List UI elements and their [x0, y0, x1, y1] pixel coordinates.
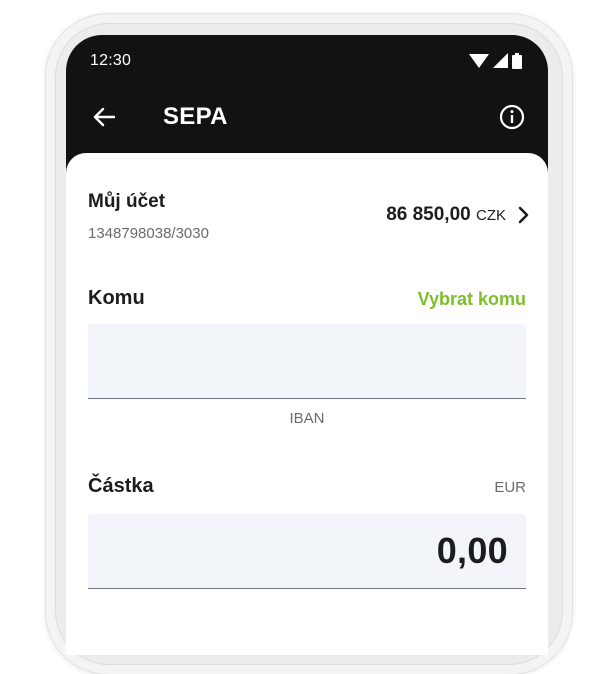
battery-icon: [512, 53, 522, 74]
app-bar: SEPA: [66, 93, 548, 153]
back-arrow-icon: [93, 107, 115, 127]
status-icons: [469, 53, 522, 74]
info-button[interactable]: [494, 99, 530, 135]
wifi-icon: [469, 53, 489, 74]
account-label: Můj účet: [88, 191, 166, 212]
page-title: SEPA: [163, 103, 228, 130]
account-number: 1348798038/3030: [88, 225, 209, 242]
amount-input[interactable]: 0,00: [88, 514, 526, 589]
account-selector[interactable]: Můj účet 1348798038/3030 86 850,00 CZK: [88, 191, 530, 251]
recipient-title: Komu: [88, 287, 145, 309]
recipient-header: Komu Vybrat komu: [88, 287, 526, 317]
status-bar: 12:30: [66, 35, 548, 85]
balance-currency: CZK: [476, 207, 506, 224]
amount-header: Částka EUR: [88, 475, 526, 505]
iban-hint: IBAN: [289, 410, 325, 427]
balance-amount: 86 850,00: [386, 204, 471, 225]
select-recipient-link[interactable]: Vybrat komu: [418, 289, 526, 310]
cellular-signal-icon: [493, 53, 508, 74]
back-button[interactable]: [86, 99, 122, 135]
payment-form: Můj účet 1348798038/3030 86 850,00 CZK K…: [66, 153, 548, 655]
amount-title: Částka: [88, 475, 154, 497]
info-icon: [499, 104, 525, 130]
phone-screen: 12:30 SEPA Můj účet 1348798038/3030 86 8…: [66, 35, 548, 655]
amount-currency: EUR: [494, 479, 526, 496]
iban-input[interactable]: [88, 324, 526, 399]
chevron-right-icon: [518, 206, 529, 224]
amount-value: 0,00: [436, 530, 508, 571]
status-time: 12:30: [90, 52, 132, 69]
account-balance: 86 850,00 CZK: [386, 204, 506, 226]
